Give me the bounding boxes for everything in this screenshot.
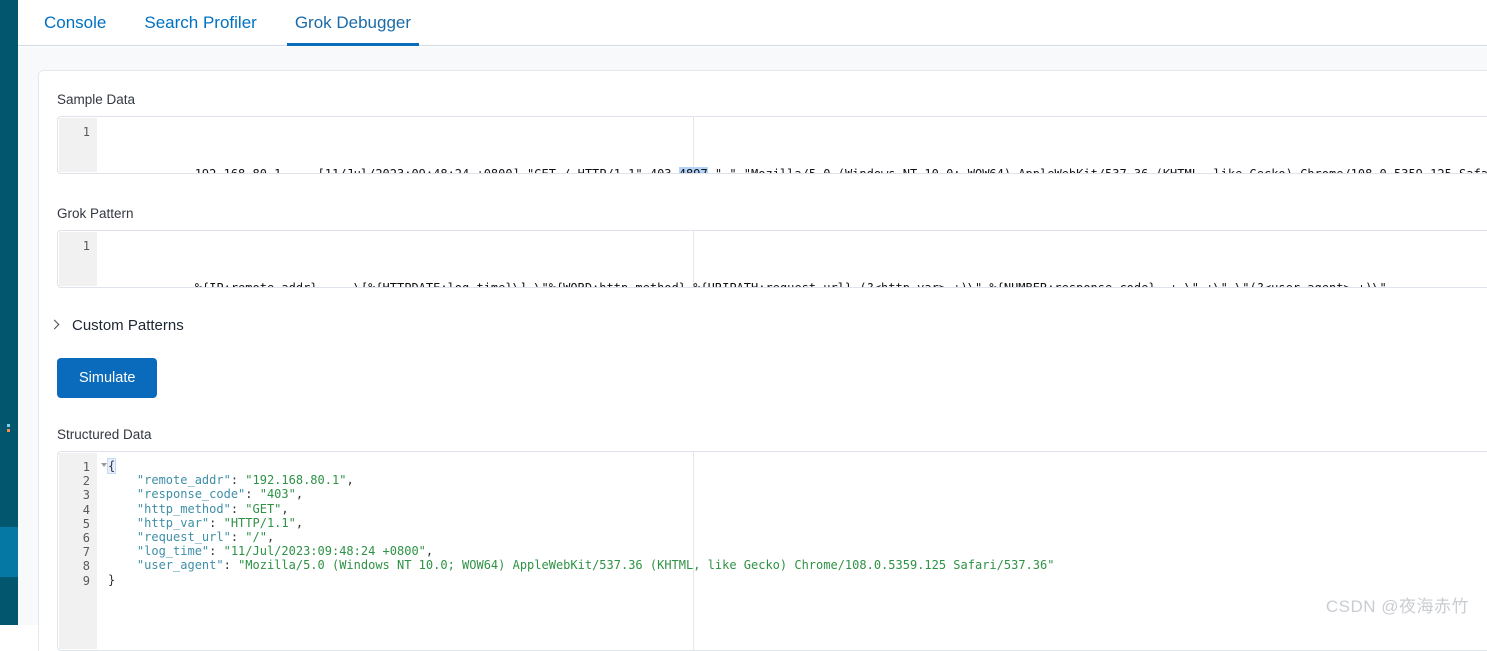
json-key: "log_time" — [136, 544, 210, 559]
json-value: "403" — [259, 487, 296, 502]
json-comma: , — [266, 529, 275, 544]
json-value: "11/Jul/2023:09:48:24 +0800" — [223, 544, 426, 559]
structured-data-editor[interactable]: 123456789 { "remote_addr": "192.168.80.1… — [57, 451, 1487, 651]
line-number: 7 — [82, 545, 90, 560]
sample-data-section: Sample Data 1 192.168.80.1 - - [11/Jul/2… — [39, 71, 1487, 174]
line-number: 3 — [82, 488, 90, 503]
grok-pattern-label: Grok Pattern — [57, 206, 134, 221]
code-line: "http_method": "GET", — [108, 502, 1487, 516]
rail-dot — [7, 424, 10, 427]
code-line: } — [108, 573, 1487, 587]
structured-data-label: Structured Data — [57, 427, 152, 442]
json-value: "Mozilla/5.0 (Windows NT 10.0; WOW64) Ap… — [238, 558, 1055, 573]
sample-data-selected-text: 4897 — [678, 166, 708, 173]
sample-data-label: Sample Data — [57, 92, 136, 107]
grok-pattern-code[interactable]: %{IP:remote_addr} - - \[%{HTTPDATE:log_t… — [96, 231, 1487, 287]
sample-data-text-before: 192.168.80.1 - - [11/Jul/2023:09:48:24 +… — [194, 166, 679, 174]
json-brace: { — [106, 458, 117, 474]
json-brace: } — [108, 572, 116, 587]
json-key: "response_code" — [136, 487, 246, 502]
line-number: 8 — [82, 559, 90, 574]
tab-list: Console Search Profiler Grok Debugger — [44, 0, 449, 46]
tab-console-label: Console — [44, 13, 107, 32]
json-colon: : — [230, 529, 246, 544]
code-line: { — [106, 458, 1487, 474]
json-value: "192.168.80.1" — [245, 473, 347, 488]
grok-pattern-text: %{IP:remote_addr} - - \[%{HTTPDATE:log_t… — [194, 280, 1387, 288]
json-key: "http_method" — [136, 501, 231, 516]
tab-console[interactable]: Console — [44, 0, 106, 46]
line-number: 9 — [82, 573, 90, 588]
json-comma: , — [295, 487, 304, 502]
json-colon: : — [230, 473, 246, 488]
json-colon: : — [209, 515, 224, 530]
page-body: Sample Data 1 192.168.80.1 - - [11/Jul/2… — [18, 47, 1487, 651]
code-line: "http_var": "HTTP/1.1", — [108, 516, 1487, 530]
line-number: 6 — [82, 530, 90, 545]
line-number: 1 — [82, 125, 90, 139]
json-key: "user_agent" — [136, 558, 224, 573]
json-key: "request_url" — [136, 529, 231, 544]
tab-grok-debugger[interactable]: Grok Debugger — [286, 0, 420, 46]
line-number: 1 — [59, 460, 107, 474]
rail-active-indicator[interactable] — [0, 527, 18, 577]
structured-data-code[interactable]: { "remote_addr": "192.168.80.1", "respon… — [96, 452, 1487, 594]
custom-patterns-toggle[interactable]: Custom Patterns — [49, 317, 184, 334]
sample-data-editor[interactable]: 1 192.168.80.1 - - [11/Jul/2023:09:48:24… — [57, 116, 1487, 174]
line-number: 2 — [82, 474, 90, 489]
json-value: "HTTP/1.1" — [223, 515, 296, 530]
json-colon: : — [209, 544, 224, 559]
code-line: "request_url": "/", — [108, 530, 1487, 544]
json-comma: , — [425, 544, 434, 559]
line-number: 4 — [82, 502, 90, 517]
code-line: "user_agent": "Mozilla/5.0 (Windows NT 1… — [108, 558, 1487, 572]
chevron-right-icon — [49, 320, 61, 332]
tab-strip: Console Search Profiler Grok Debugger — [18, 0, 1487, 46]
grok-pattern-editor[interactable]: 1 %{IP:remote_addr} - - \[%{HTTPDATE:log… — [57, 230, 1487, 288]
json-colon: : — [245, 487, 260, 502]
watermark: CSDN @夜海赤竹 — [1325, 597, 1469, 616]
structured-data-section: Structured Data 123456789 { "remote_addr… — [39, 427, 1487, 651]
json-comma: , — [346, 473, 354, 488]
sample-data-code[interactable]: 192.168.80.1 - - [11/Jul/2023:09:48:24 +… — [96, 117, 1487, 173]
code-line: "log_time": "11/Jul/2023:09:48:24 +0800"… — [108, 544, 1487, 558]
rail-dot — [7, 429, 10, 432]
custom-patterns-section: Custom Patterns — [39, 317, 1487, 334]
simulate-section: Simulate — [39, 358, 1487, 398]
code-line: %{IP:remote_addr} - - \[%{HTTPDATE:log_t… — [108, 266, 1487, 287]
sample-data-gutter: 1 — [59, 118, 97, 172]
tab-search-profiler-label: Search Profiler — [144, 13, 257, 32]
json-colon: : — [230, 501, 246, 516]
json-value: "GET" — [245, 501, 282, 516]
json-comma: , — [295, 515, 304, 530]
tab-grok-debugger-label: Grok Debugger — [294, 13, 412, 32]
tab-search-profiler[interactable]: Search Profiler — [144, 0, 256, 46]
grok-pattern-section: Grok Pattern 1 %{IP:remote_addr} - - \[%… — [39, 206, 1487, 288]
grok-debugger-panel: Sample Data 1 192.168.80.1 - - [11/Jul/2… — [38, 70, 1487, 651]
json-key: "remote_addr" — [136, 473, 231, 488]
json-comma: , — [281, 501, 289, 516]
simulate-button[interactable]: Simulate — [57, 358, 158, 398]
code-line: "response_code": "403", — [108, 487, 1487, 501]
sample-data-text-after: "-" "Mozilla/5.0 (Windows NT 10.0; WOW64… — [707, 166, 1487, 174]
line-number: 1 — [82, 239, 90, 253]
rail-status-dots — [7, 424, 11, 438]
code-line: 192.168.80.1 - - [11/Jul/2023:09:48:24 +… — [108, 152, 1487, 173]
custom-patterns-label: Custom Patterns — [72, 317, 184, 334]
structured-data-gutter: 123456789 — [59, 453, 107, 649]
code-line: "remote_addr": "192.168.80.1", — [108, 473, 1487, 487]
json-value: "/" — [245, 529, 267, 544]
json-key: "http_var" — [136, 515, 210, 530]
grok-pattern-gutter: 1 — [59, 232, 97, 286]
line-number: 5 — [82, 516, 90, 531]
json-colon: : — [223, 558, 239, 573]
